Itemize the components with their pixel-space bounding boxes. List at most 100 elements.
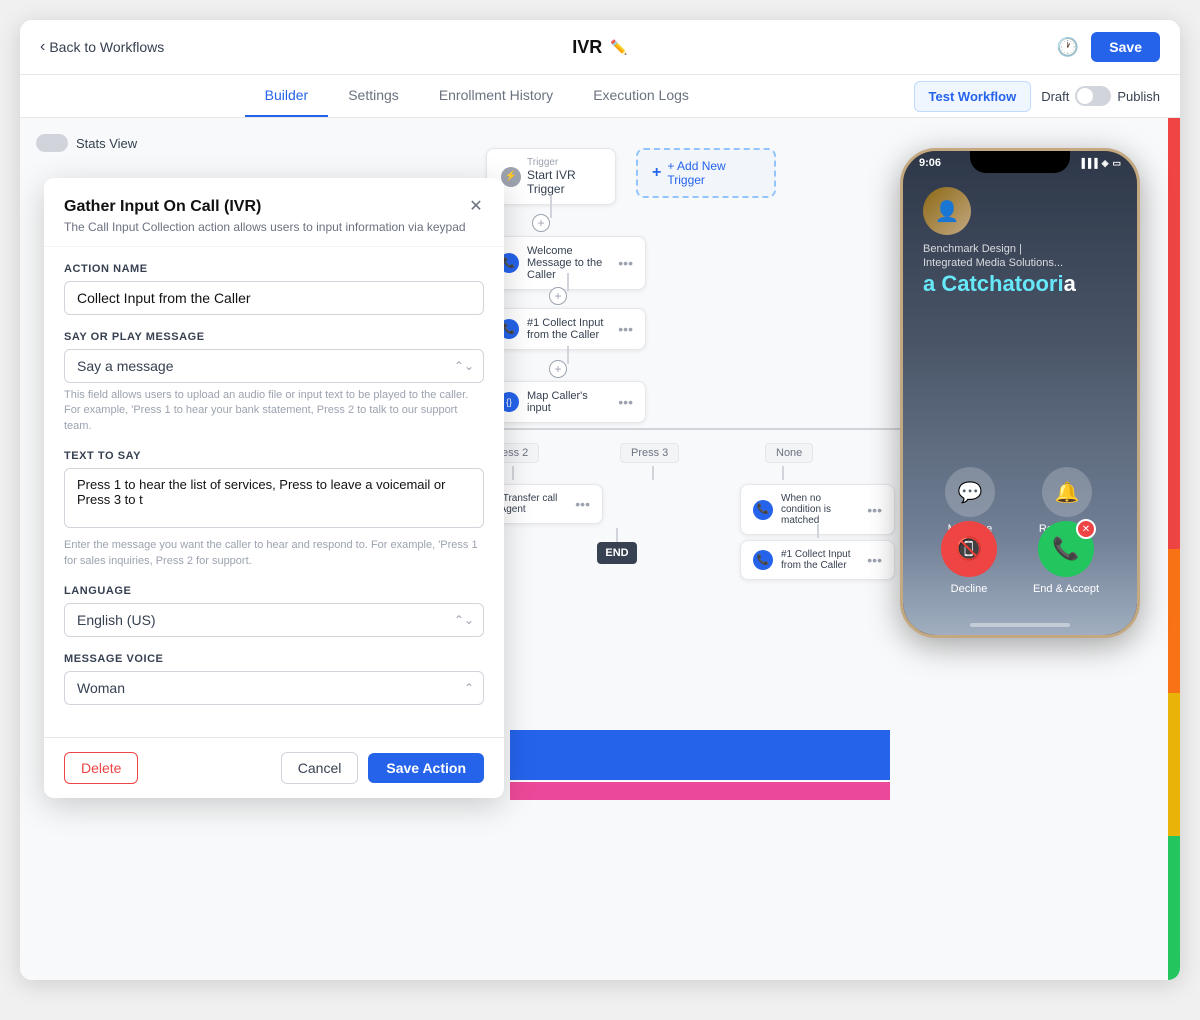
transfer-dots[interactable]: ••• — [575, 496, 590, 512]
collect2-label: #1 Collect Input from the Caller — [781, 549, 859, 571]
remind-icon: 🔔 — [1042, 467, 1092, 517]
decline-icon[interactable]: 📵 — [941, 521, 997, 577]
workflow-title: IVR — [572, 37, 602, 58]
app-container: ‹ Back to Workflows IVR ✏️ 🕐 Save Builde… — [20, 20, 1180, 980]
message-icon: 💬 — [945, 467, 995, 517]
trigger-icon: ⚡ — [501, 167, 521, 187]
language-label: LANGUAGE — [64, 585, 484, 597]
collect2-node[interactable]: 📞 #1 Collect Input from the Caller ••• — [740, 540, 895, 580]
stats-label: Stats View — [76, 136, 137, 151]
decline-label: Decline — [951, 583, 988, 595]
phone-call-buttons: 📵 Decline 📞 ✕ End & Accept — [903, 521, 1137, 595]
voice-select[interactable]: Woman Man — [64, 671, 484, 705]
battery-icon: ▭ — [1112, 158, 1121, 169]
signal-icon: ▐▐▐ — [1078, 158, 1097, 168]
save-button[interactable]: Save — [1091, 32, 1160, 62]
collect2-icon: 📞 — [753, 550, 773, 570]
phone-home-bar — [970, 623, 1070, 627]
text-to-say-input[interactable]: Press 1 to hear the list of services, Pr… — [64, 468, 484, 528]
tab-builder[interactable]: Builder — [245, 75, 329, 117]
tabs-right: Test Workflow Draft Publish — [914, 81, 1160, 112]
color-bar-green — [1168, 836, 1180, 980]
save-action-button[interactable]: Save Action — [368, 753, 484, 783]
caller-name-suffix: a — [1064, 271, 1076, 296]
accept-x-icon: ✕ — [1076, 519, 1096, 539]
trigger-label: Trigger — [527, 157, 601, 168]
plus-connector-2[interactable]: + — [549, 287, 567, 305]
wifi-icon: ◈ — [1102, 158, 1109, 169]
modal-close-button[interactable]: ✕ — [464, 194, 488, 218]
tab-enrollment-history[interactable]: Enrollment History — [419, 75, 573, 117]
action-name-input[interactable] — [64, 281, 484, 315]
map-callers-node[interactable]: {} Map Caller's input ••• — [486, 381, 646, 423]
color-bar-orange — [1168, 549, 1180, 693]
draft-label: Draft — [1041, 89, 1069, 104]
clock-icon[interactable]: 🕐 — [1057, 37, 1079, 58]
collect2-dots[interactable]: ••• — [867, 552, 882, 568]
language-select-wrapper: English (US) English (UK) Spanish French… — [64, 603, 484, 637]
publish-toggle[interactable] — [1075, 86, 1111, 106]
caller-company2-text: Integrated Media Solutions... — [923, 257, 1063, 269]
accept-label: End & Accept — [1033, 583, 1099, 595]
caller-company: Benchmark Design | — [923, 243, 1117, 255]
phone-body: 9:06 ▐▐▐ ◈ ▭ 👤 Benchmark Desig — [900, 148, 1140, 638]
cancel-button[interactable]: Cancel — [281, 752, 359, 784]
end-badge: END — [597, 542, 637, 564]
edit-icon[interactable]: ✏️ — [610, 39, 627, 56]
branch-press3: Press 3 — [620, 443, 679, 463]
no-condition-dots[interactable]: ••• — [867, 502, 882, 518]
accept-icon[interactable]: 📞 ✕ — [1038, 521, 1094, 577]
delete-button[interactable]: Delete — [64, 752, 138, 784]
accept-call-btn[interactable]: 📞 ✕ End & Accept — [1033, 521, 1099, 595]
connector-3 — [567, 346, 569, 364]
text-to-say-group: TEXT TO SAY Press 1 to hear the list of … — [64, 450, 484, 569]
phone-mockup: 9:06 ▐▐▐ ◈ ▭ 👤 Benchmark Desig — [900, 148, 1140, 638]
map-label: Map Caller's input — [527, 390, 610, 414]
message-voice-group: MESSAGE VOICE Woman Man ⌃ — [64, 653, 484, 705]
caller-name-text: a Catchatoori — [923, 271, 1064, 296]
add-trigger-label: + Add New Trigger — [667, 159, 760, 187]
connector-2 — [567, 273, 569, 291]
bc2-connector — [817, 524, 819, 538]
collect-input-node[interactable]: 📞 #1 Collect Input from the Caller ••• — [486, 308, 646, 350]
phone-status-icons: ▐▐▐ ◈ ▭ — [1078, 158, 1121, 169]
top-bar: ‹ Back to Workflows IVR ✏️ 🕐 Save — [20, 20, 1180, 75]
plus-connector-1[interactable]: + — [532, 214, 550, 232]
back-to-workflows-link[interactable]: ‹ Back to Workflows — [40, 38, 164, 56]
end-top-connector — [616, 528, 618, 542]
say-play-label: SAY OR PLAY MESSAGE — [64, 331, 484, 343]
add-trigger-node[interactable]: + + Add New Trigger — [636, 148, 776, 198]
b3-connector — [652, 466, 654, 480]
modal-footer: Delete Cancel Save Action — [44, 737, 504, 798]
welcome-message-node[interactable]: 📞 Welcome Message to the Caller ••• — [486, 236, 646, 290]
welcome-dots[interactable]: ••• — [618, 255, 633, 271]
text-to-say-label: TEXT TO SAY — [64, 450, 484, 462]
modal-title: Gather Input On Call (IVR) — [64, 198, 484, 216]
modal-body: ACTION NAME SAY OR PLAY MESSAGE Say a me… — [44, 247, 504, 737]
map-dots[interactable]: ••• — [618, 394, 633, 410]
tab-execution-logs[interactable]: Execution Logs — [573, 75, 709, 117]
text-to-say-help: Enter the message you want the caller to… — [64, 538, 484, 569]
say-play-group: SAY OR PLAY MESSAGE Say a message Play a… — [64, 331, 484, 434]
trigger-name: Start IVR Trigger — [527, 168, 601, 196]
say-play-select[interactable]: Say a message Play audio file — [64, 349, 484, 383]
stats-view-toggle[interactable]: Stats View — [36, 134, 137, 152]
stats-toggle-switch[interactable] — [36, 134, 68, 152]
test-workflow-button[interactable]: Test Workflow — [914, 81, 1032, 112]
decline-call-btn[interactable]: 📵 Decline — [941, 521, 997, 595]
caller-info: 👤 Benchmark Design | Integrated Media So… — [903, 187, 1137, 297]
no-condition-label: When no condition is matched — [781, 493, 859, 526]
blue-banner — [510, 730, 890, 780]
color-bar-yellow — [1168, 693, 1180, 837]
chevron-left-icon: ‹ — [40, 38, 45, 56]
plus-connector-3[interactable]: + — [549, 360, 567, 378]
publish-label: Publish — [1117, 89, 1160, 104]
color-bar-red — [1168, 118, 1180, 549]
language-select[interactable]: English (US) English (UK) Spanish French — [64, 603, 484, 637]
collect-dots[interactable]: ••• — [618, 321, 633, 337]
say-play-help: This field allows users to upload an aud… — [64, 388, 484, 434]
phone-screen: 9:06 ▐▐▐ ◈ ▭ 👤 Benchmark Desig — [903, 151, 1137, 635]
tab-settings[interactable]: Settings — [328, 75, 419, 117]
caller-name: a Catchatooria — [923, 271, 1117, 297]
voice-select-wrapper: Woman Man ⌃ — [64, 671, 484, 705]
